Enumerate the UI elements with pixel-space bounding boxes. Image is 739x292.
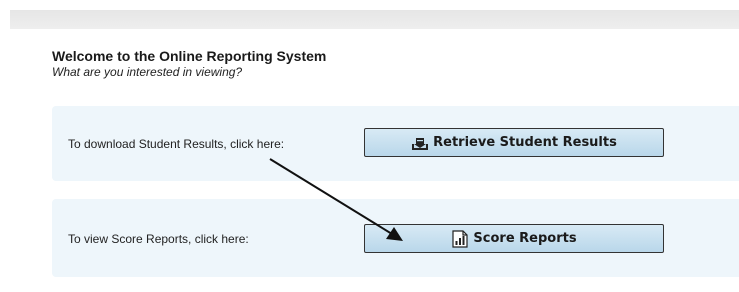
download-tray-icon (411, 134, 429, 152)
score-reports-button[interactable]: Score Reports (364, 224, 664, 253)
student-results-panel: To download Student Results, click here:… (52, 106, 739, 181)
retrieve-student-results-label: Retrieve Student Results (433, 135, 617, 150)
score-reports-label: Score Reports (473, 231, 577, 246)
bar-chart-icon (451, 229, 469, 248)
student-results-instruction: To download Student Results, click here: (68, 137, 285, 151)
score-reports-instruction: To view Score Reports, click here: (68, 232, 249, 246)
reporting-home-page: Welcome to the Online Reporting System W… (0, 0, 739, 292)
score-reports-panel: To view Score Reports, click here: Score… (52, 199, 739, 277)
retrieve-student-results-button[interactable]: Retrieve Student Results (364, 128, 664, 157)
top-bar (10, 10, 739, 29)
page-subtitle: What are you interested in viewing? (52, 65, 243, 79)
page-title: Welcome to the Online Reporting System (52, 48, 327, 64)
